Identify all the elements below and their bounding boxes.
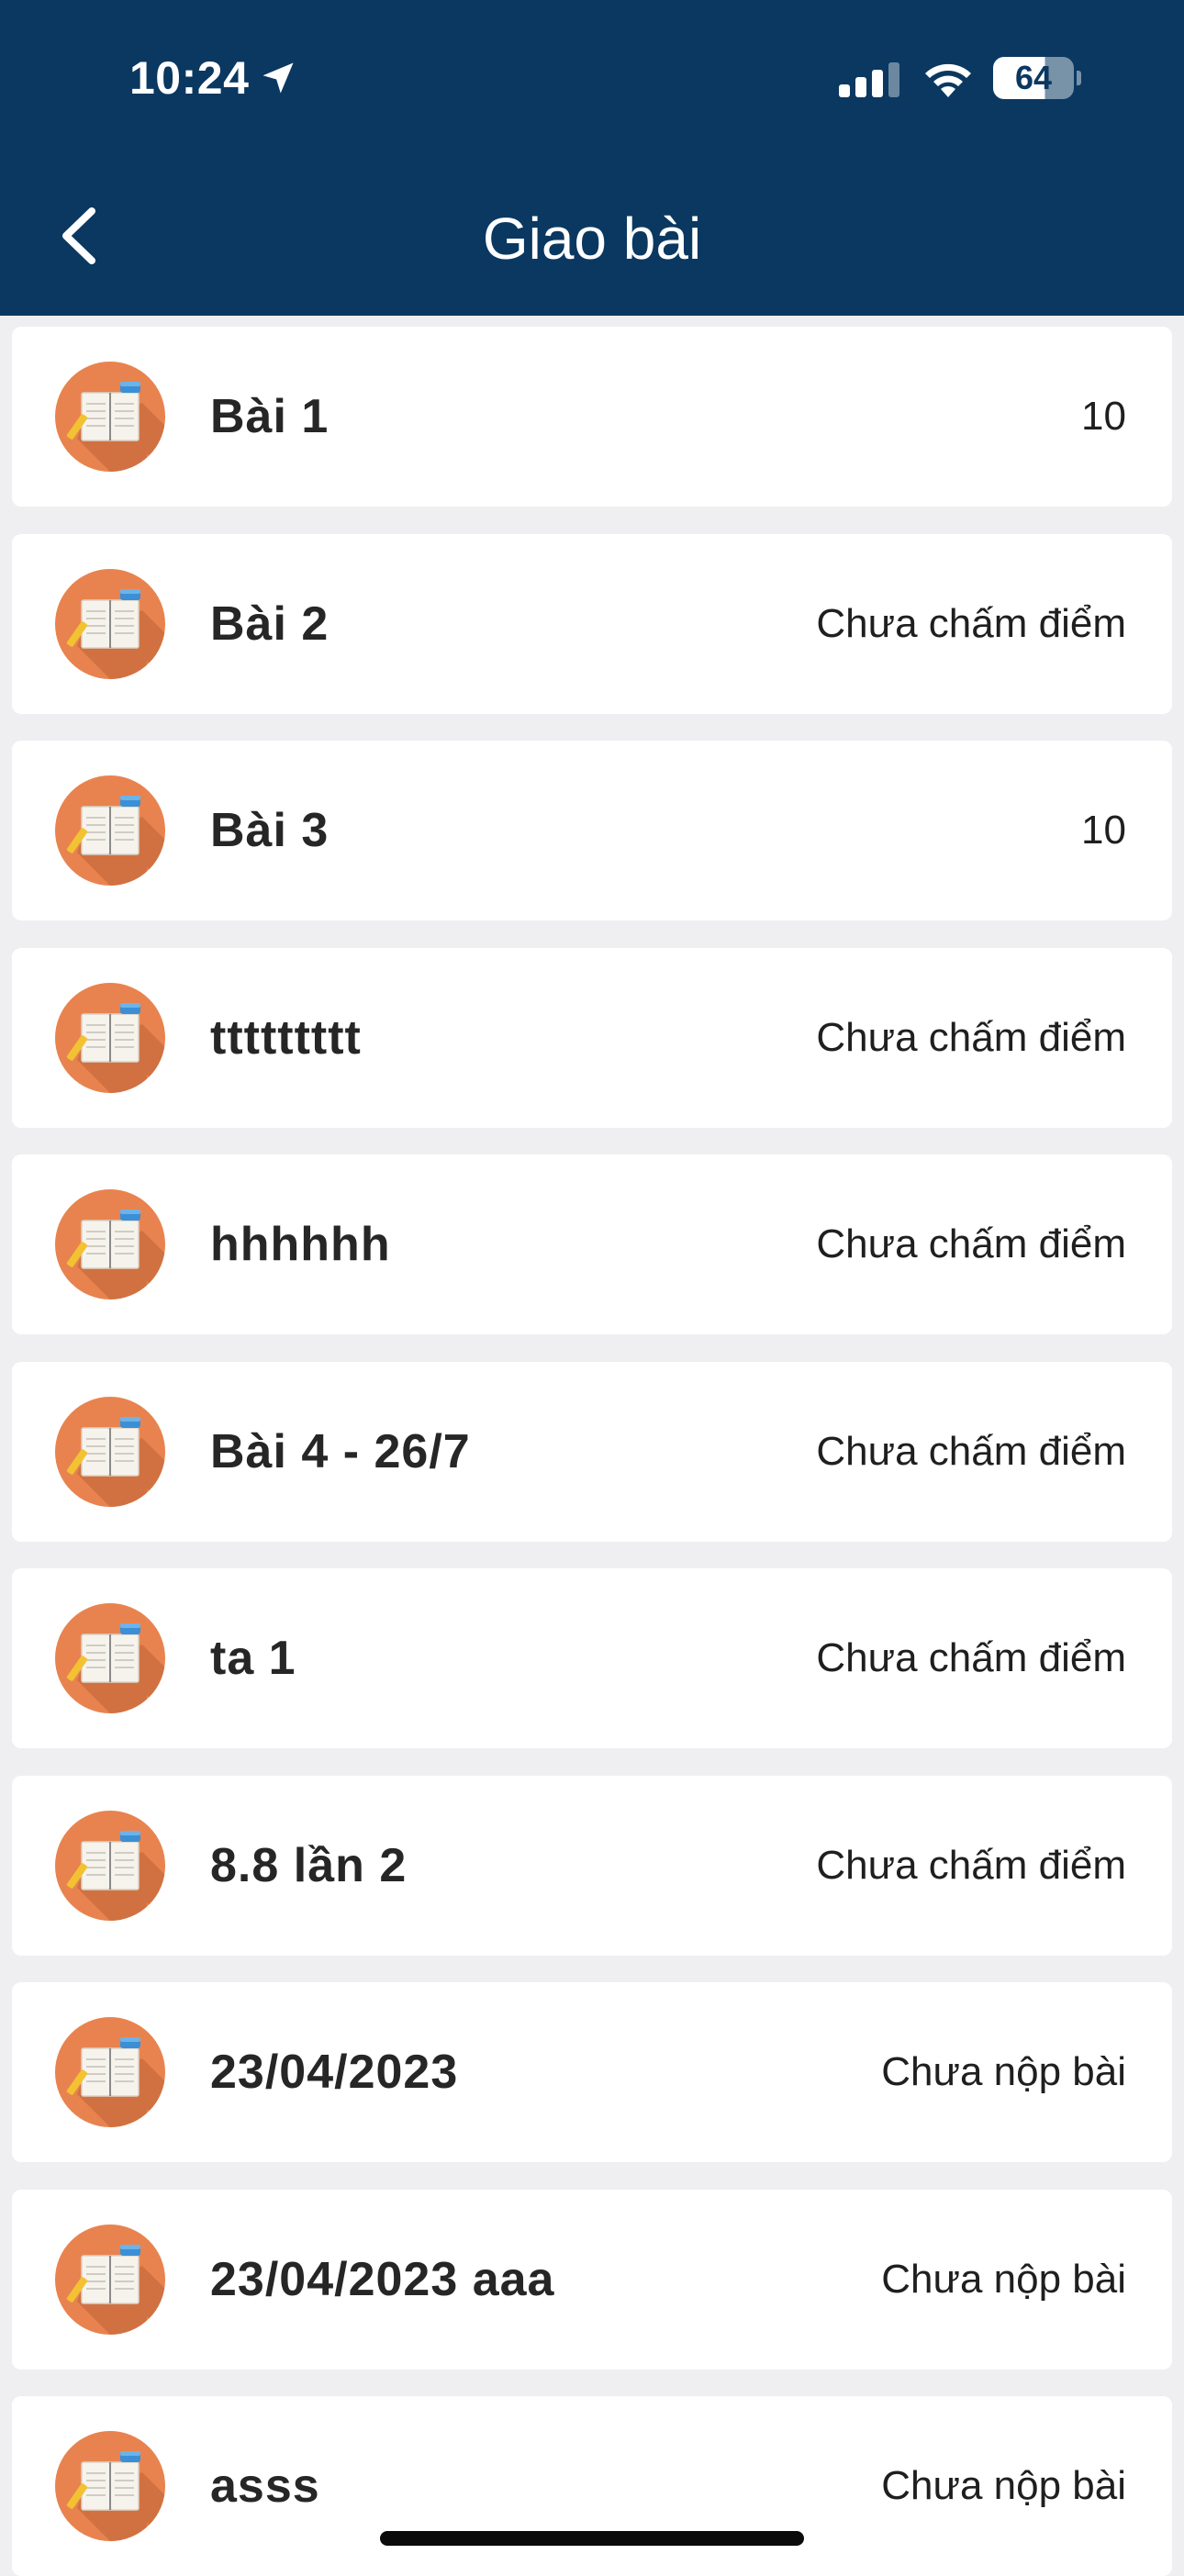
- notebook-pencil-icon: [66, 2245, 165, 2335]
- notebook-pencil-icon: [66, 2037, 165, 2127]
- assignment-status: Chưa chấm điểm: [816, 601, 1126, 646]
- status-time-text: 10:24: [129, 52, 250, 104]
- assignment-title: Bài 1: [210, 390, 330, 443]
- assignment-avatar: [55, 1603, 165, 1713]
- assignment-title: Bài 3: [210, 804, 330, 857]
- page-title: Giao bài: [482, 206, 702, 272]
- notebook-pencil-icon: [66, 1210, 165, 1299]
- assignment-avatar: [55, 569, 165, 679]
- wifi-icon: [925, 63, 971, 97]
- assignment-title: ttttttttt: [210, 1011, 362, 1065]
- location-arrow-icon: [262, 62, 294, 94]
- notebook-pencil-icon: [66, 1003, 165, 1093]
- assignment-avatar: [55, 2225, 165, 2335]
- notebook-pencil-icon: [66, 589, 165, 679]
- assignment-title: ta 1: [210, 1632, 296, 1685]
- assignment-status: Chưa chấm điểm: [816, 1429, 1126, 1474]
- assignment-title: hhhhhh: [210, 1218, 391, 1271]
- assignment-row[interactable]: ttttttttt Chưa chấm điểm: [12, 948, 1172, 1128]
- cellular-signal-icon: [839, 62, 899, 97]
- battery-level-text: 64: [1014, 59, 1053, 96]
- assignment-title: Bài 4 - 26/7: [210, 1425, 471, 1478]
- home-indicator[interactable]: [380, 2531, 804, 2546]
- assignment-avatar: [55, 2431, 165, 2541]
- assignment-title: Bài 2: [210, 597, 330, 651]
- assignment-status: Chưa nộp bài: [881, 2463, 1126, 2508]
- assignment-status: Chưa chấm điểm: [816, 1221, 1126, 1266]
- assignment-avatar: [55, 1397, 165, 1507]
- battery-indicator: 64: [993, 57, 1081, 99]
- assignment-avatar: [55, 1189, 165, 1299]
- notebook-pencil-icon: [66, 1831, 165, 1921]
- assignment-status: 10: [1081, 808, 1126, 853]
- assignment-status: Chưa nộp bài: [881, 2257, 1126, 2302]
- assignment-row[interactable]: 8.8 lần 2 Chưa chấm điểm: [12, 1776, 1172, 1956]
- status-bar-time: 10:24: [129, 51, 298, 105]
- assignment-avatar: [55, 2017, 165, 2127]
- assignment-row[interactable]: ta 1 Chưa chấm điểm: [12, 1568, 1172, 1748]
- assignment-avatar: [55, 775, 165, 886]
- battery-cap: [1077, 71, 1081, 85]
- assignment-title: asss: [210, 2459, 320, 2513]
- assignment-title: 8.8 lần 2: [210, 1839, 408, 1892]
- assignment-row[interactable]: 23/04/2023 Chưa nộp bài: [12, 1982, 1172, 2162]
- assignment-row[interactable]: Bài 3 10: [12, 741, 1172, 920]
- assignment-avatar: [55, 1811, 165, 1921]
- assignment-avatar: [55, 983, 165, 1093]
- assignment-row[interactable]: asss Chưa nộp bài: [12, 2396, 1172, 2576]
- assignment-title: 23/04/2023 aaa: [210, 2253, 555, 2306]
- notebook-pencil-icon: [66, 1623, 165, 1713]
- notebook-pencil-icon: [66, 2451, 165, 2541]
- assignment-avatar: [55, 362, 165, 472]
- assignment-status: Chưa nộp bài: [881, 2049, 1126, 2094]
- assignment-row[interactable]: Bài 4 - 26/7 Chưa chấm điểm: [12, 1362, 1172, 1542]
- assignment-row[interactable]: hhhhhh Chưa chấm điểm: [12, 1154, 1172, 1334]
- app-header: 10:24 64 Giao bài: [0, 0, 1184, 316]
- assignment-title: 23/04/2023: [210, 2046, 459, 2099]
- assignment-status: Chưa chấm điểm: [816, 1635, 1126, 1680]
- assignment-row[interactable]: Bài 2 Chưa chấm điểm: [12, 534, 1172, 714]
- notebook-pencil-icon: [66, 796, 165, 886]
- notebook-pencil-icon: [66, 1417, 165, 1507]
- assignment-status: Chưa chấm điểm: [816, 1015, 1126, 1060]
- assignment-status: 10: [1081, 394, 1126, 439]
- assignment-status: Chưa chấm điểm: [816, 1843, 1126, 1888]
- assignment-row[interactable]: 23/04/2023 aaa Chưa nộp bài: [12, 2190, 1172, 2370]
- notebook-pencil-icon: [66, 382, 165, 472]
- assignment-row[interactable]: Bài 1 10: [12, 327, 1172, 507]
